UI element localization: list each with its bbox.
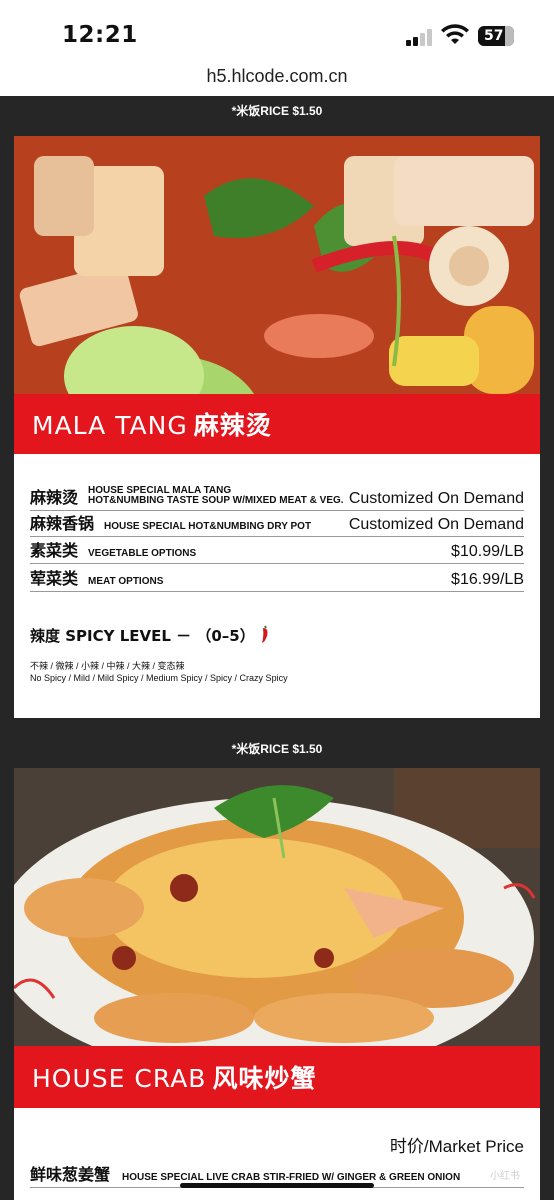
- banner-title-en: HOUSE CRAB: [32, 1064, 207, 1093]
- banner-title-en: MALA TANG: [32, 411, 188, 440]
- status-bar: 12:21 57: [0, 0, 554, 62]
- item-price: $16.99/LB: [451, 571, 524, 588]
- watermark: 小红书: [490, 1171, 520, 1182]
- menu-row: 麻辣烫 HOUSE SPECIAL MALA TANG HOT&NUMBING …: [30, 483, 524, 511]
- cellular-signal-icon: [406, 29, 434, 46]
- wifi-icon: [441, 24, 469, 44]
- chili-pepper-icon: [261, 625, 268, 643]
- house-crab-banner: HOUSE CRAB 风味炒蟹: [14, 1046, 540, 1108]
- market-price-label: 时价/Market Price: [389, 1137, 524, 1156]
- mala-tang-menu-card: 麻辣烫 HOUSE SPECIAL MALA TANG HOT&NUMBING …: [14, 454, 540, 718]
- menu-row: 荤菜类 MEAT OPTIONS $16.99/LB: [30, 566, 524, 592]
- item-desc-line1: MEAT OPTIONS: [88, 576, 164, 587]
- item-desc-line1: VEGETABLE OPTIONS: [88, 548, 197, 559]
- home-indicator[interactable]: [180, 1183, 374, 1188]
- item-desc-line2: HOT&NUMBING TASTE SOUP W/MIXED MEAT & VE…: [88, 495, 344, 506]
- banner-title-cn: 风味炒蟹: [212, 1064, 317, 1093]
- spicy-levels-cn: 不辣 / 微辣 / 小辣 / 中辣 / 大辣 / 变态辣: [30, 661, 185, 671]
- spicy-levels-en: No Spicy / Mild / Mild Spicy / Medium Sp…: [30, 673, 288, 683]
- url-bar[interactable]: h5.hlcode.com.cn: [0, 62, 554, 96]
- item-desc-line1: HOUSE SPECIAL LIVE CRAB STIR-FRIED W/ GI…: [122, 1172, 461, 1183]
- url-text: h5.hlcode.com.cn: [206, 66, 348, 86]
- item-name-cn: 荤菜类: [30, 569, 79, 588]
- menu-row: 麻辣香锅 HOUSE SPECIAL HOT&NUMBING DRY POT C…: [30, 511, 524, 537]
- battery-icon: 57: [478, 26, 514, 46]
- row-divider: [30, 591, 524, 592]
- item-price: Customized On Demand: [348, 516, 524, 533]
- item-name-cn: 鲜味葱姜蟹: [30, 1165, 111, 1184]
- mala-tang-banner: MALA TANG 麻辣烫: [14, 394, 540, 454]
- house-crab-photo: [14, 768, 540, 1046]
- item-name-cn: 麻辣香锅: [30, 514, 95, 533]
- item-price: Customized On Demand: [348, 490, 524, 507]
- battery-level: 57: [484, 28, 504, 44]
- status-time: 12:21: [62, 22, 138, 48]
- spicy-level-title: 辣度 SPICY LEVEL － （0–5）: [30, 624, 270, 646]
- row-divider: [30, 536, 524, 537]
- row-divider: [30, 563, 524, 564]
- mala-tang-photo: [14, 136, 540, 394]
- item-desc-line1: HOUSE SPECIAL HOT&NUMBING DRY POT: [104, 521, 312, 532]
- item-name-cn: 素菜类: [30, 541, 79, 560]
- item-name-cn: 麻辣烫: [30, 488, 79, 507]
- item-price: $10.99/LB: [451, 543, 524, 560]
- rice-note: *米饭RICE $1.50: [231, 104, 323, 118]
- spicy-level-text: 辣度 SPICY LEVEL － （0–5）: [30, 627, 255, 645]
- rice-note: *米饭RICE $1.50: [231, 742, 323, 756]
- menu-page: *米饭RICE $1.50 MALA TANG 麻辣烫 麻辣烫 HOUSE SPE…: [0, 96, 554, 1200]
- menu-row: 素菜类 VEGETABLE OPTIONS $10.99/LB: [30, 538, 524, 564]
- banner-title-cn: 麻辣烫: [193, 411, 272, 440]
